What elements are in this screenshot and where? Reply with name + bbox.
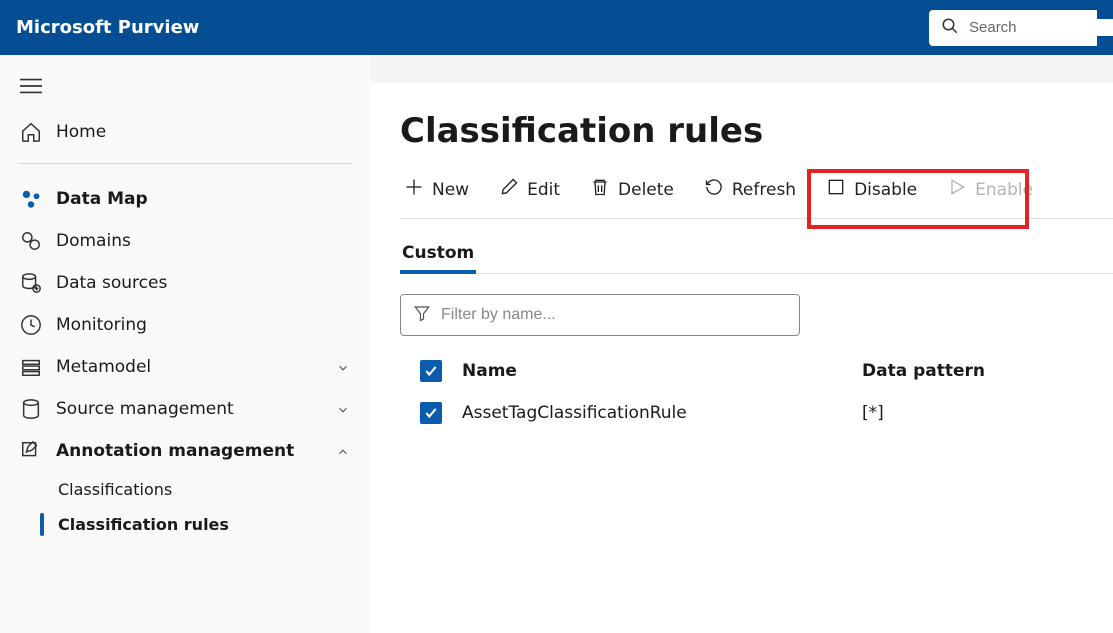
source-management-icon <box>20 398 42 420</box>
nav-data-sources[interactable]: Data sources <box>0 262 370 304</box>
tabs: Custom <box>400 235 1113 274</box>
nav-label: Monitoring <box>56 315 147 335</box>
chevron-down-icon <box>336 402 350 416</box>
top-header: Microsoft Purview <box>0 0 1113 55</box>
nav-label: Classifications <box>58 480 172 499</box>
trash-icon <box>590 177 610 202</box>
refresh-button[interactable]: Refresh <box>700 175 800 204</box>
tab-label: Custom <box>402 243 474 263</box>
layout: Home Data Map Domains Data sources <box>0 55 1113 633</box>
filter-input[interactable] <box>441 306 787 324</box>
annotation-management-icon <box>20 440 42 462</box>
nav-data-map[interactable]: Data Map <box>0 178 370 220</box>
nav-label: Data Map <box>56 189 148 209</box>
edit-button[interactable]: Edit <box>495 175 564 204</box>
select-all-checkbox[interactable] <box>420 360 442 382</box>
home-icon <box>20 121 42 143</box>
row-name: AssetTagClassificationRule <box>462 403 862 423</box>
data-map-icon <box>20 188 42 210</box>
nav-label: Source management <box>56 399 234 419</box>
search-input[interactable] <box>969 19 1113 36</box>
row-checkbox[interactable] <box>420 402 442 424</box>
separator <box>18 163 352 164</box>
cmd-label: Refresh <box>732 180 796 200</box>
rules-table: Name Data pattern AssetTagClassification… <box>400 350 1113 434</box>
metamodel-icon <box>20 356 42 378</box>
table-row[interactable]: AssetTagClassificationRule [*] <box>400 392 1113 434</box>
search-icon <box>941 17 959 39</box>
nav-label: Classification rules <box>58 515 229 534</box>
monitoring-icon <box>20 314 42 336</box>
search-box[interactable] <box>929 10 1097 46</box>
refresh-icon <box>704 177 724 202</box>
nav-label: Home <box>56 122 106 142</box>
nav-metamodel[interactable]: Metamodel <box>0 346 370 388</box>
nav-classification-rules[interactable]: Classification rules <box>0 507 370 542</box>
filter-icon <box>413 304 431 326</box>
nav-source-management[interactable]: Source management <box>0 388 370 430</box>
product-name: Microsoft Purview <box>16 17 929 38</box>
table-header: Name Data pattern <box>400 350 1113 392</box>
cmd-label: Edit <box>527 180 560 200</box>
col-header-pattern[interactable]: Data pattern <box>862 361 1113 381</box>
cmd-label: New <box>432 180 469 200</box>
plus-icon <box>404 177 424 202</box>
col-header-name[interactable]: Name <box>462 361 862 381</box>
nav-domains[interactable]: Domains <box>0 220 370 262</box>
delete-button[interactable]: Delete <box>586 175 678 204</box>
chevron-down-icon <box>336 360 350 374</box>
nav-annotation-management[interactable]: Annotation management <box>0 430 370 472</box>
chevron-up-icon <box>336 444 350 458</box>
nav-classifications[interactable]: Classifications <box>0 472 370 507</box>
nav-label: Metamodel <box>56 357 151 377</box>
main-content: Classification rules New Edit Delete <box>370 83 1113 633</box>
left-nav: Home Data Map Domains Data sources <box>0 55 370 633</box>
tab-custom[interactable]: Custom <box>400 235 476 273</box>
pencil-icon <box>499 177 519 202</box>
new-button[interactable]: New <box>400 175 473 204</box>
row-pattern: [*] <box>862 403 1113 423</box>
nav-label: Data sources <box>56 273 167 293</box>
domains-icon <box>20 230 42 252</box>
nav-label: Domains <box>56 231 131 251</box>
hamburger-menu[interactable] <box>0 69 370 111</box>
cmd-label: Delete <box>618 180 674 200</box>
data-sources-icon <box>20 272 42 294</box>
highlight-box <box>807 169 1029 229</box>
nav-monitoring[interactable]: Monitoring <box>0 304 370 346</box>
page-title: Classification rules <box>400 111 1113 151</box>
nav-home[interactable]: Home <box>0 111 370 153</box>
nav-label: Annotation management <box>56 441 294 461</box>
filter-box[interactable] <box>400 294 800 336</box>
